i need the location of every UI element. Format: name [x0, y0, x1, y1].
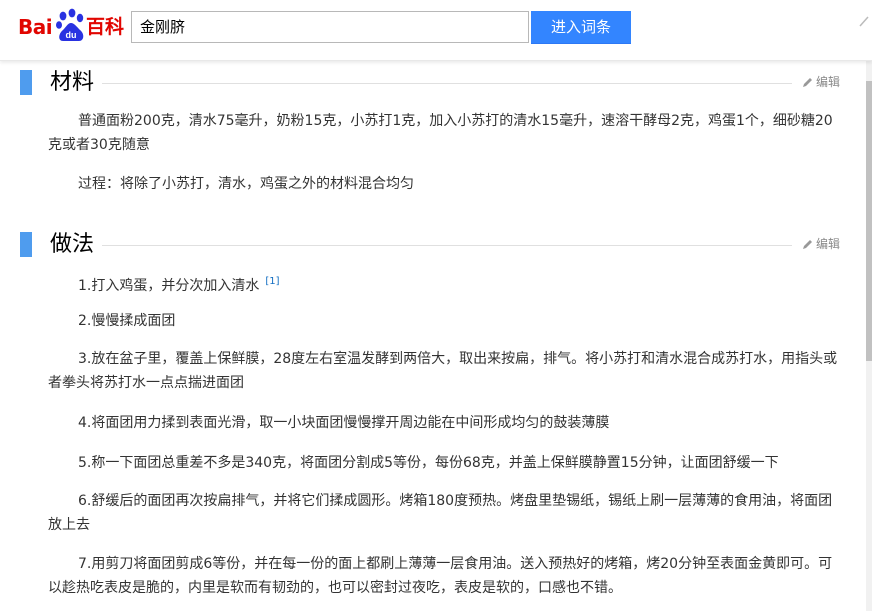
step-item: 5.称一下面团总重差不多是340克，将面团分割成5等份，每份68克，并盖上保鲜膜…	[78, 455, 779, 471]
step-item: 3.放在盆子里，覆盖上保鲜膜，28度左右室温发酵到两倍大，取出来按扁，排气。将小…	[48, 351, 838, 391]
scrollbar[interactable]	[866, 61, 872, 611]
step-item: 2.慢慢揉成面团	[78, 313, 176, 329]
pencil-icon	[802, 240, 812, 249]
logo-du-text: du	[66, 30, 77, 40]
top-header: Bai du 百科 金刚脐 进入词条	[0, 0, 872, 61]
step-item: 7.用剪刀将面团剪成6等份，并在每一份的面上都刷上薄薄一层食用油。送入预热好的烤…	[48, 556, 833, 596]
section-marker	[20, 232, 32, 257]
search-input[interactable]: 金刚脐	[131, 11, 529, 43]
step-text: 1.打入鸡蛋，并分次加入清水	[78, 278, 260, 294]
scrollbar-thumb[interactable]	[866, 81, 872, 361]
edit-label: 编辑	[815, 75, 840, 89]
edit-link[interactable]: 编辑	[802, 236, 840, 252]
step-item: 4.将面团用力揉到表面光滑，取一小块面团慢慢撑开周边能在中间形成均匀的鼓装薄膜	[78, 415, 610, 431]
enter-entry-button[interactable]: 进入词条	[531, 11, 631, 44]
logo-baike-text: 百科	[86, 16, 125, 38]
edit-label: 编辑	[815, 237, 840, 251]
section-marker	[20, 70, 32, 95]
edit-link[interactable]: 编辑	[802, 74, 840, 90]
logo-bai-text: Bai	[18, 15, 53, 39]
paw-icon: du	[56, 8, 84, 41]
edge-pencil-icon	[859, 16, 869, 27]
paragraph: 过程：将除了小苏打，清水，鸡蛋之外的材料混合均匀	[78, 176, 414, 192]
section-header-method: 做法 编辑	[20, 224, 840, 268]
section-title: 材料	[50, 70, 95, 95]
paragraph: 普通面粉200克，清水75毫升，奶粉15克，小苏打1克，加入小苏打的清水15毫升…	[48, 113, 833, 153]
section-divider	[102, 245, 792, 246]
baidu-baike-logo[interactable]: Bai du 百科	[18, 8, 124, 44]
section-title: 做法	[50, 232, 95, 257]
step-item: 1.打入鸡蛋，并分次加入清水 [1]	[48, 270, 838, 298]
pencil-icon	[802, 78, 812, 87]
reference-link[interactable]: [1]	[265, 276, 279, 287]
step-item: 6.舒缓后的面团再次按扁排气，并将它们揉成圆形。烤箱180度预热。烤盘里垫锡纸，…	[48, 493, 833, 533]
section-divider	[102, 83, 792, 84]
section-header-materials: 材料 编辑	[20, 62, 840, 106]
